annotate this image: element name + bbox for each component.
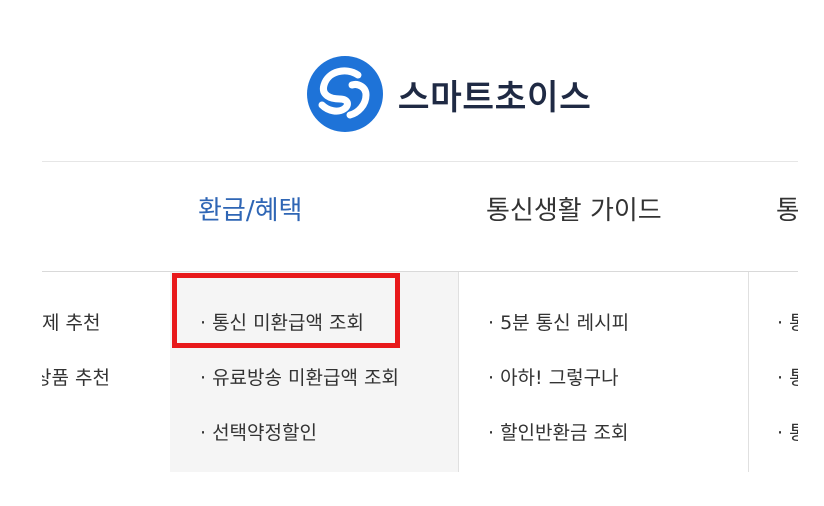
menu-item-paytv-refund-lookup[interactable]: · 유료방송 미환급액 조회: [200, 363, 399, 390]
tab-telecom-guide[interactable]: 통신생활 가이드: [486, 190, 662, 227]
main-nav: 환급/혜택 통신생활 가이드 통: [42, 190, 798, 242]
highlight-box: [172, 273, 400, 348]
menu-item-aha[interactable]: · 아하! 그렇구나: [488, 363, 619, 390]
menu-item-penalty-lookup[interactable]: · 할인반환금 조회: [488, 418, 628, 445]
menu-item-product-recommend[interactable]: 상품 추천: [42, 363, 110, 390]
menu-item-5min-recipe[interactable]: · 5분 통신 레시피: [488, 308, 629, 335]
menu-column-3: · 통 · 통 · 통: [749, 272, 798, 472]
menu-item-plan-recommend[interactable]: 제 추천: [42, 308, 100, 335]
logo[interactable]: 스마트초이스: [306, 55, 592, 133]
brand-name: 스마트초이스: [398, 77, 592, 118]
smartchoice-logo-icon: [307, 56, 383, 132]
menu-item-col3-3[interactable]: · 통: [777, 418, 798, 445]
tab-telecom-partial[interactable]: 통: [776, 190, 798, 227]
tab-refund-benefit[interactable]: 환급/혜택: [198, 190, 302, 227]
header-divider: [42, 161, 798, 162]
column-divider: [458, 272, 459, 472]
menu-item-col3-1[interactable]: · 통: [777, 308, 798, 335]
menu-item-col3-2[interactable]: · 통: [777, 363, 798, 390]
menu-item-selective-discount[interactable]: · 선택약정할인: [200, 418, 317, 445]
